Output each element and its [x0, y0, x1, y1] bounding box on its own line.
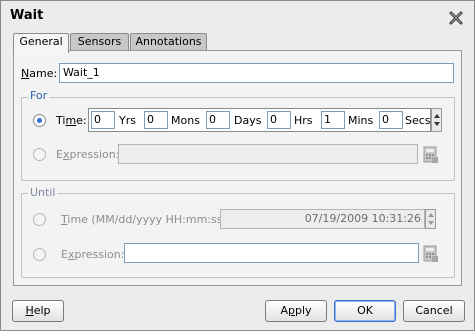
- seconds-field[interactable]: 0: [379, 111, 403, 129]
- until-datetime-spinner[interactable]: [425, 209, 436, 229]
- for-time-radio[interactable]: [33, 114, 46, 127]
- dialog-title: Wait: [10, 8, 44, 23]
- help-button[interactable]: Help: [12, 300, 64, 322]
- cancel-button[interactable]: Cancel: [403, 300, 465, 322]
- until-legend: Until: [28, 186, 58, 199]
- tab-sensors[interactable]: Sensors: [70, 33, 129, 51]
- duration-input: 0 Yrs 0 Mons 0 Days 0 Hrs 1 Mins 0 Secs: [88, 108, 431, 132]
- name-label: Name:: [21, 67, 58, 80]
- until-datetime-field[interactable]: 07/19/2009 10:31:26: [220, 209, 425, 229]
- tab-general[interactable]: General: [13, 33, 69, 53]
- spin-up-icon[interactable]: [428, 213, 434, 217]
- expression-builder-icon[interactable]: [423, 146, 439, 164]
- general-panel: Name: Wait_1 For Time: 0 Yrs 0 Mons 0 Da…: [13, 50, 462, 286]
- ok-button[interactable]: OK: [334, 300, 396, 322]
- expression-builder-icon[interactable]: [423, 245, 439, 263]
- minutes-field[interactable]: 1: [321, 111, 345, 129]
- tab-annotations[interactable]: Annotations: [130, 33, 207, 51]
- close-icon[interactable]: [448, 10, 464, 26]
- tab-label: General: [19, 35, 63, 48]
- for-legend: For: [28, 89, 50, 102]
- until-group: [21, 193, 455, 278]
- minutes-unit: Mins: [348, 114, 374, 127]
- until-expression-label: Expression:: [61, 248, 125, 261]
- until-expression-field[interactable]: [124, 243, 419, 263]
- apply-button[interactable]: Apply: [265, 300, 327, 322]
- hours-field[interactable]: 0: [267, 111, 291, 129]
- title-bar: Wait: [1, 1, 474, 31]
- months-field[interactable]: 0: [144, 111, 168, 129]
- for-expression-field[interactable]: [118, 144, 418, 164]
- spin-up-icon[interactable]: [434, 114, 440, 118]
- for-expression-radio[interactable]: [33, 148, 46, 161]
- days-field[interactable]: 0: [206, 111, 230, 129]
- for-expression-label: Expression:: [56, 148, 120, 161]
- tab-label: Sensors: [77, 35, 122, 48]
- name-field[interactable]: Wait_1: [59, 63, 454, 83]
- years-unit: Yrs: [119, 114, 136, 127]
- tab-label: Annotations: [135, 35, 202, 48]
- spin-down-icon[interactable]: [434, 122, 440, 126]
- for-time-label: Time:: [56, 114, 87, 127]
- years-field[interactable]: 0: [91, 111, 115, 129]
- hours-unit: Hrs: [294, 114, 313, 127]
- until-expression-radio[interactable]: [33, 248, 46, 261]
- days-unit: Days: [234, 114, 262, 127]
- cancel-label: Cancel: [415, 304, 453, 317]
- spin-down-icon[interactable]: [428, 221, 434, 225]
- wait-dialog: Wait General Sensors Annotations Name: W…: [0, 0, 475, 331]
- ok-label: OK: [357, 304, 373, 317]
- seconds-unit: Secs: [405, 114, 431, 127]
- until-time-label: Time (MM/dd/yyyy HH:mm:ss):: [61, 213, 231, 226]
- until-time-radio[interactable]: [33, 213, 46, 226]
- months-unit: Mons: [171, 114, 200, 127]
- duration-spinner[interactable]: [431, 108, 442, 132]
